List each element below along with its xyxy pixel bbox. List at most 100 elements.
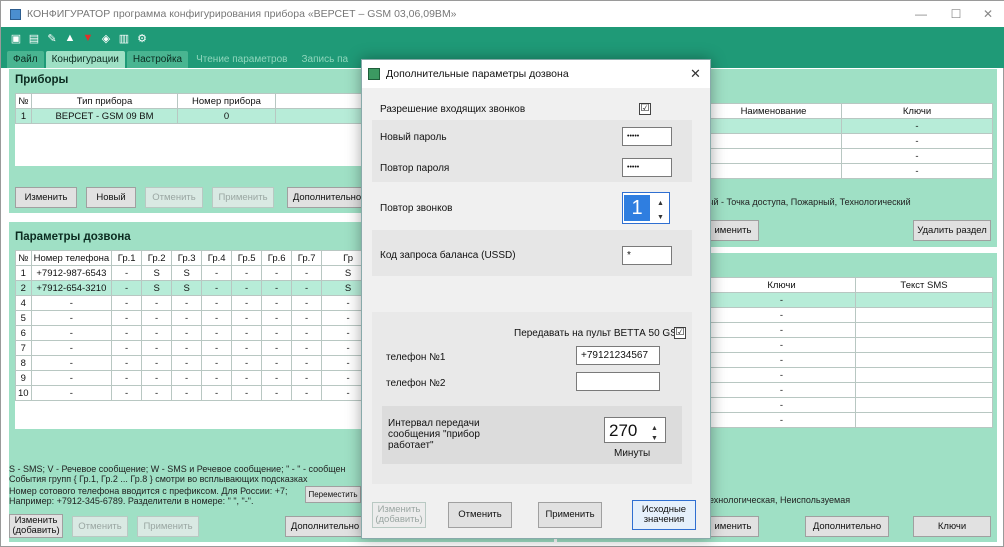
menu-file[interactable]: Файл — [7, 51, 44, 68]
table-cell[interactable]: - — [111, 385, 143, 401]
table-cell[interactable]: - — [231, 295, 263, 311]
table-cell[interactable] — [855, 337, 993, 353]
table-cell[interactable]: - — [261, 355, 293, 371]
menu-configurations[interactable]: Конфигурации — [45, 51, 125, 68]
column-header[interactable]: № — [15, 250, 32, 266]
column-header[interactable]: Текст SMS — [855, 277, 993, 293]
transmit-checkbox[interactable]: ☑ — [674, 327, 686, 339]
interval-value[interactable]: 270 — [609, 421, 637, 441]
table-cell[interactable]: - — [841, 163, 993, 179]
table-cell[interactable]: - — [261, 280, 293, 296]
dialog-apply-button[interactable]: Применить — [538, 502, 602, 528]
table-cell[interactable]: - — [707, 337, 856, 353]
settings-icon[interactable]: ⚙ — [135, 31, 149, 45]
column-header[interactable]: Гр.2 — [141, 250, 173, 266]
upload-icon[interactable]: ▲ — [63, 31, 77, 45]
table-cell[interactable]: - — [111, 295, 143, 311]
table-cell[interactable]: 9 — [15, 370, 32, 386]
dialog-close-icon[interactable]: ✕ — [690, 66, 701, 82]
table-cell[interactable]: S — [171, 265, 203, 281]
table-row[interactable]: 9--------- — [15, 370, 375, 386]
column-header[interactable]: Гр.5 — [231, 250, 263, 266]
column-header[interactable]: Наименование — [705, 103, 842, 119]
table-cell[interactable]: - — [141, 310, 173, 326]
table-cell[interactable] — [855, 382, 993, 398]
table-cell[interactable] — [855, 412, 993, 428]
table-cell[interactable]: - — [261, 385, 293, 401]
table-cell[interactable]: - — [291, 340, 323, 356]
table-cell[interactable]: - — [171, 370, 203, 386]
table-cell[interactable]: - — [141, 385, 173, 401]
table-cell[interactable]: - — [261, 265, 293, 281]
table-cell[interactable]: - — [841, 148, 993, 164]
interval-spinner[interactable]: 270 ▲ ▼ — [604, 417, 666, 443]
table-row[interactable]: 6--------- — [15, 325, 375, 341]
table-cell[interactable]: - — [201, 295, 233, 311]
table-cell[interactable]: 0 — [177, 108, 276, 124]
table-row[interactable]: - — [705, 163, 993, 179]
table-row[interactable]: 7--------- — [15, 340, 375, 356]
table-cell[interactable]: - — [261, 295, 293, 311]
table-cell[interactable]: S — [171, 280, 203, 296]
book-icon[interactable]: ▥ — [117, 31, 131, 45]
table-cell[interactable]: 7 — [15, 340, 32, 356]
table-row[interactable]: - — [707, 352, 993, 368]
table-row[interactable]: - — [707, 412, 993, 428]
keys-button[interactable]: Ключи — [913, 516, 991, 537]
move-button[interactable]: Переместить — [305, 486, 361, 503]
table-cell[interactable]: - — [291, 310, 323, 326]
table-row[interactable]: 1 +7912-987-6543- S S - - - - S — [15, 265, 375, 281]
table-cell[interactable]: - — [201, 355, 233, 371]
menu-read-params[interactable]: Чтение параметров — [190, 51, 293, 68]
phone2-input[interactable] — [576, 372, 660, 391]
table-row[interactable]: - — [707, 337, 993, 353]
table-cell[interactable]: - — [841, 133, 993, 149]
table-cell[interactable] — [855, 292, 993, 308]
dialog-defaults-button[interactable]: Исходные значения — [632, 500, 696, 530]
column-header[interactable]: № — [15, 93, 32, 109]
table-cell[interactable]: - — [171, 340, 203, 356]
table-row[interactable]: - — [707, 382, 993, 398]
table-cell[interactable]: - — [141, 295, 173, 311]
table-cell[interactable]: 4 — [15, 295, 32, 311]
table-cell[interactable]: - — [291, 280, 323, 296]
devices-apply-button[interactable]: Применить — [212, 187, 274, 208]
column-header[interactable]: Гр.7 — [291, 250, 323, 266]
phone1-input[interactable]: +79121234567 — [576, 346, 660, 365]
table-cell[interactable]: - — [30, 340, 113, 356]
table-row[interactable]: - — [707, 397, 993, 413]
dialog-cancel-button[interactable]: Отменить — [448, 502, 512, 528]
maximize-button[interactable]: ☐ — [941, 5, 971, 23]
column-header[interactable]: Гр.1 — [111, 250, 143, 266]
table-cell[interactable]: - — [707, 382, 856, 398]
table-cell[interactable]: - — [291, 370, 323, 386]
table-cell[interactable]: - — [111, 280, 143, 296]
table-cell[interactable]: - — [261, 310, 293, 326]
table-cell[interactable]: - — [291, 265, 323, 281]
table-cell[interactable]: - — [111, 370, 143, 386]
sms-more-button[interactable]: Дополнительно — [805, 516, 889, 537]
table-cell[interactable] — [855, 322, 993, 338]
close-window-button[interactable]: ✕ — [973, 5, 1003, 23]
column-header[interactable]: Гр.4 — [201, 250, 233, 266]
minimize-button[interactable]: — — [906, 5, 936, 23]
table-row[interactable]: - — [705, 148, 993, 164]
table-cell[interactable]: - — [30, 355, 113, 371]
table-cell[interactable]: - — [231, 310, 263, 326]
table-cell[interactable]: - — [30, 370, 113, 386]
table-row[interactable]: 8--------- — [15, 355, 375, 371]
table-cell[interactable]: - — [707, 397, 856, 413]
table-cell[interactable]: - — [231, 325, 263, 341]
devices-cancel-button[interactable]: Отменить — [145, 187, 203, 208]
table-cell[interactable]: - — [261, 340, 293, 356]
table-cell[interactable] — [705, 118, 842, 134]
table-cell[interactable]: - — [171, 385, 203, 401]
table-cell[interactable]: - — [231, 340, 263, 356]
table-cell[interactable]: - — [201, 310, 233, 326]
table-cell[interactable]: - — [201, 265, 233, 281]
table-cell[interactable]: 8 — [15, 355, 32, 371]
incoming-calls-checkbox[interactable]: ☑ — [639, 103, 651, 115]
table-cell[interactable]: - — [291, 325, 323, 341]
table-cell[interactable]: - — [291, 385, 323, 401]
table-cell[interactable] — [705, 163, 842, 179]
